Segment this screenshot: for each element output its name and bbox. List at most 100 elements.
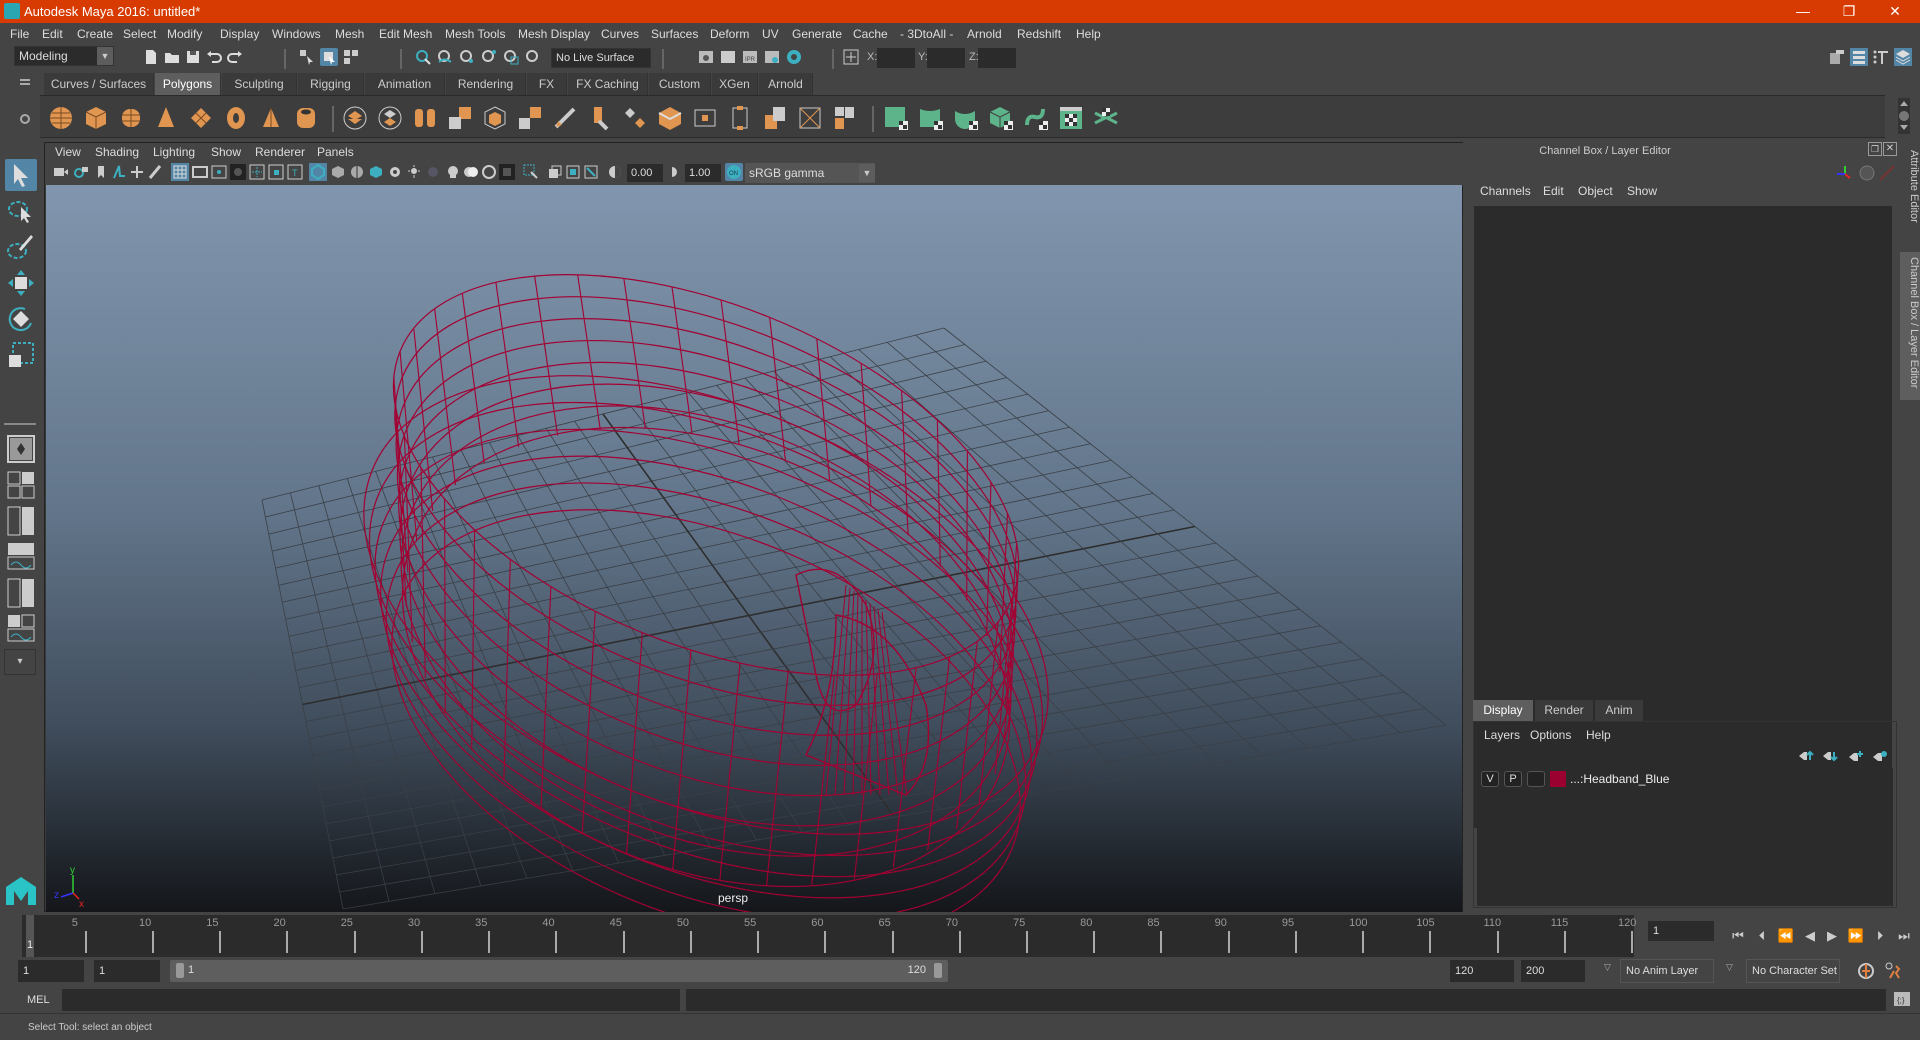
step-back-frame-button[interactable]: ⏴ <box>1752 926 1772 946</box>
layer-name[interactable]: ...:Headband_Blue <box>1570 772 1669 786</box>
xray-icon[interactable] <box>445 164 461 180</box>
poly-cone-icon[interactable] <box>153 105 179 131</box>
viewport-menu-show[interactable]: Show <box>211 145 241 159</box>
select-by-hierarchy-icon[interactable] <box>298 48 316 66</box>
menu-cache[interactable]: Cache <box>853 27 888 41</box>
shelf-options-icon[interactable] <box>1899 111 1909 121</box>
step-back-key-button[interactable]: ⏪ <box>1776 926 1796 946</box>
shelf-tab-custom[interactable]: Custom <box>649 73 711 95</box>
poly-sphere-icon[interactable] <box>48 105 74 131</box>
mirror-icon[interactable] <box>552 105 578 131</box>
shelf-settings-gear-icon[interactable] <box>20 114 30 124</box>
ipr-render-icon[interactable]: IPR <box>741 48 759 66</box>
gamma-icon[interactable] <box>667 164 683 180</box>
select-highlight-icon[interactable] <box>523 164 539 180</box>
multi-cut-icon[interactable] <box>587 105 613 131</box>
snap-to-curve-icon[interactable] <box>436 48 454 66</box>
modeling-toolkit-icon[interactable] <box>1828 48 1846 66</box>
uv-editor-icon[interactable] <box>1058 105 1084 131</box>
color-management-toggle-icon[interactable]: ON <box>725 163 743 181</box>
shelf-tab-polygons[interactable]: Polygons <box>155 73 221 95</box>
snap-to-grid-icon[interactable] <box>414 48 432 66</box>
gamma-field[interactable]: 1.00 <box>685 164 721 182</box>
menu-uv[interactable]: UV <box>762 27 779 41</box>
ambient-occlusion-icon[interactable] <box>425 164 441 180</box>
viewport-menu-shading[interactable]: Shading <box>95 145 139 159</box>
safe-title-icon[interactable]: T <box>287 164 303 180</box>
gate-mask-icon[interactable] <box>230 164 246 180</box>
step-forward-key-button[interactable]: ⏩ <box>1846 926 1866 946</box>
menu-mesh-display[interactable]: Mesh Display <box>518 27 590 41</box>
menu-deform[interactable]: Deform <box>710 27 749 41</box>
grease-pencil-icon[interactable] <box>147 164 163 180</box>
layer-visibility-toggle[interactable]: V <box>1481 771 1499 787</box>
speed-icon[interactable] <box>1858 164 1876 182</box>
menu-mesh-tools[interactable]: Mesh Tools <box>445 27 505 41</box>
auto-key-icon[interactable] <box>1856 961 1876 981</box>
scroll-up-icon[interactable] <box>1900 101 1908 106</box>
shelf-scroll[interactable] <box>1898 98 1910 134</box>
move-tool-icon[interactable] <box>5 267 37 299</box>
go-to-start-button[interactable]: ⏮ <box>1728 926 1748 946</box>
tool-settings-toggle-icon[interactable] <box>1872 48 1890 66</box>
hyper-icon[interactable] <box>1878 164 1896 182</box>
anim-layer-dropdown-arrow-icon[interactable]: ▽ <box>1604 962 1611 973</box>
menu-surfaces[interactable]: Surfaces <box>651 27 698 41</box>
2d-pan-zoom-icon[interactable] <box>129 164 145 180</box>
layer-menu-layers[interactable]: Layers <box>1484 728 1520 742</box>
shelf-menu-icon[interactable] <box>20 79 30 81</box>
menu-edit-mesh[interactable]: Edit Mesh <box>379 27 432 41</box>
combine-icon[interactable] <box>342 105 368 131</box>
menu-modify[interactable]: Modify <box>167 27 202 41</box>
menu-create[interactable]: Create <box>77 27 113 41</box>
redo-icon[interactable] <box>226 48 244 66</box>
menu-file[interactable]: File <box>10 27 29 41</box>
cb-menu-show[interactable]: Show <box>1627 184 1657 198</box>
xray-joints-icon[interactable] <box>463 164 479 180</box>
poly-pipe-icon[interactable] <box>293 105 319 131</box>
render-current-frame-icon[interactable] <box>719 48 737 66</box>
append-icon[interactable] <box>727 105 753 131</box>
go-to-end-button[interactable]: ⏭ <box>1894 926 1914 946</box>
layer-tab-render[interactable]: Render <box>1535 700 1593 721</box>
range-slider[interactable]: 1 120 <box>170 960 948 982</box>
undo-icon[interactable] <box>205 48 223 66</box>
command-input[interactable] <box>62 989 680 1011</box>
end-time-field[interactable]: 200 <box>1521 960 1585 982</box>
close-button[interactable]: ✕ <box>1872 0 1918 23</box>
time-slider[interactable]: 1 5 10 15 20 25 30 35 40 45 50 55 60 65 70 75 80 85 90 95 1… <box>22 915 1636 957</box>
cb-menu-object[interactable]: Object <box>1578 184 1613 198</box>
move-layer-down-icon[interactable] <box>1822 750 1838 762</box>
layer-tab-anim[interactable]: Anim <box>1595 700 1643 721</box>
close-panel-icon[interactable]: ✕ <box>1883 142 1897 156</box>
backface-culling-icon[interactable] <box>565 164 581 180</box>
select-by-object-icon[interactable] <box>320 48 338 66</box>
start-time-field[interactable]: 1 <box>18 960 84 982</box>
shelf-tab-rendering[interactable]: Rendering <box>446 73 526 95</box>
cb-menu-edit[interactable]: Edit <box>1543 184 1564 198</box>
xray-components-icon[interactable] <box>481 164 497 180</box>
open-scene-icon[interactable] <box>163 48 181 66</box>
uv-cut-sew-icon[interactable] <box>1093 105 1119 131</box>
persp-outliner-graph-layout-icon[interactable] <box>5 613 37 645</box>
script-editor-icon[interactable]: {;} <box>1893 990 1911 1008</box>
mel-label[interactable]: MEL <box>27 994 50 1006</box>
anim-layer-dropdown[interactable]: No Anim Layer <box>1620 959 1714 983</box>
menu-mesh[interactable]: Mesh <box>335 27 364 41</box>
separate-icon[interactable] <box>377 105 403 131</box>
snap-to-point-icon[interactable] <box>458 48 476 66</box>
extrude-icon[interactable] <box>622 105 648 131</box>
uv-automatic-icon[interactable] <box>988 105 1014 131</box>
manipulator-axis-icon[interactable] <box>1836 164 1854 182</box>
range-end-handle[interactable] <box>934 963 942 978</box>
scroll-down-icon[interactable] <box>1900 125 1908 130</box>
snap-to-view-plane-icon[interactable] <box>502 48 520 66</box>
render-view-icon[interactable] <box>697 48 715 66</box>
hypershade-persp-layout-icon[interactable] <box>5 577 37 609</box>
save-scene-icon[interactable] <box>184 48 202 66</box>
menu-select[interactable]: Select <box>123 27 156 41</box>
new-scene-icon[interactable] <box>142 48 160 66</box>
layer-row[interactable]: V P ...:Headband_Blue <box>1477 768 1893 790</box>
single-perspective-view-icon[interactable] <box>5 433 37 465</box>
shelf-tab-fx-caching[interactable]: FX Caching <box>568 73 648 95</box>
